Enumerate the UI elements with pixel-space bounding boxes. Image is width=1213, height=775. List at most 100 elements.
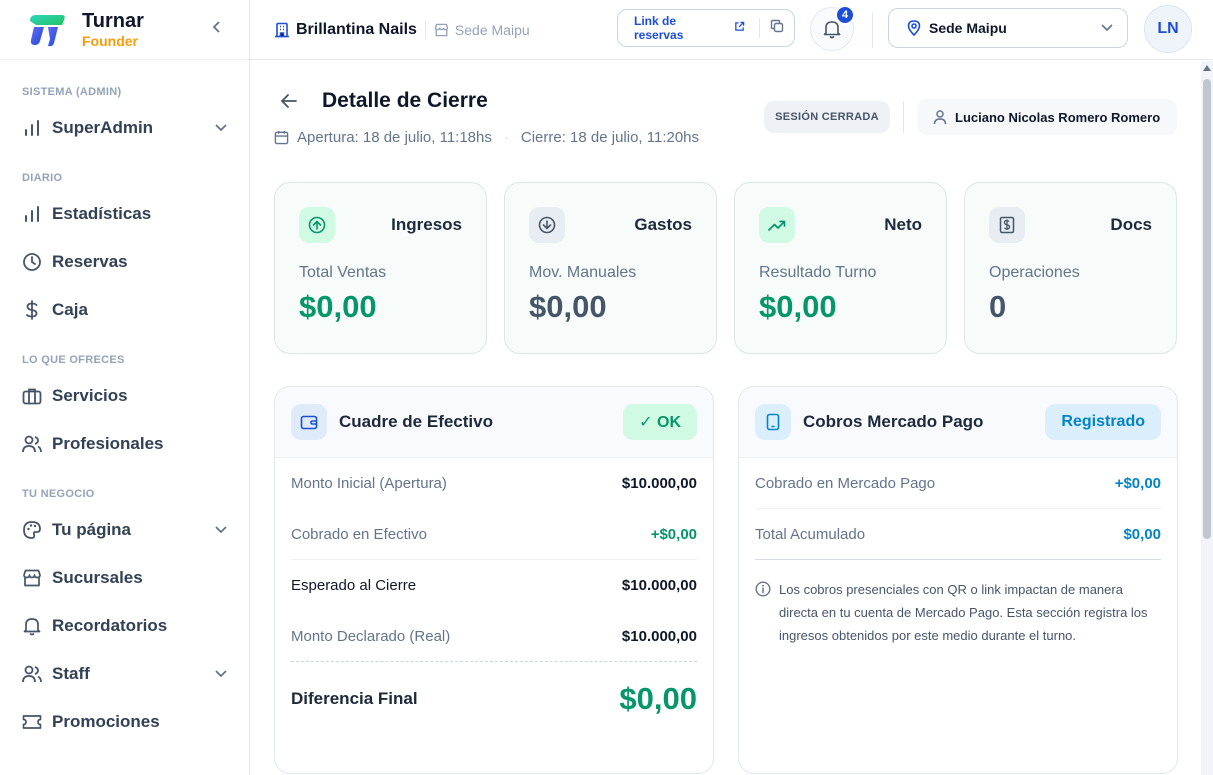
stat-name: Ingresos: [391, 215, 462, 234]
sidebar-item-label: Profesionales: [52, 434, 164, 453]
sidebar-item-label: Tu página: [52, 520, 132, 539]
closing-time: Cierre: 18 de julio, 11:20hs: [520, 129, 700, 146]
sidebar-item-recordatorios[interactable]: Recordatorios: [0, 608, 249, 644]
stat-value: 0: [989, 289, 1007, 324]
chevron-down-icon: [215, 665, 227, 683]
stat-name: Gastos: [634, 215, 692, 234]
bell-icon: [22, 616, 42, 636]
scroll-up-arrow-icon[interactable]: [1203, 65, 1211, 71]
sidebar-item-label: Reservas: [52, 252, 128, 271]
stat-value: $0,00: [529, 289, 607, 324]
sidebar-item-promociones[interactable]: Promociones: [0, 704, 249, 740]
booking-link-box[interactable]: Link de reservas: [617, 9, 795, 47]
sidebar-item-caja[interactable]: Caja: [0, 292, 249, 328]
table-row: Esperado al Cierre $10.000,00: [291, 560, 697, 611]
current-branch-text: Sede Maipu: [454, 21, 530, 38]
sidebar-item-tu-pagina[interactable]: Tu página: [0, 512, 249, 548]
session-times: Apertura: 18 de julio, 11:18hs · Cierre:…: [274, 129, 699, 146]
user-pill: Luciano Nicolas Romero Romero: [917, 99, 1177, 135]
nav-section-title: TU NEGOCIO: [22, 488, 95, 500]
mp-rows: Cobrado en Mercado Pago +$0,00 Total Acu…: [739, 458, 1177, 560]
briefcase-icon: [22, 386, 42, 406]
sidebar: Turnar Founder SISTEMA (ADMIN) SuperAdmi…: [0, 0, 250, 775]
user-icon: [933, 109, 947, 125]
notifications-button[interactable]: 4: [810, 5, 855, 51]
final-difference-label: Diferencia Final: [291, 689, 418, 708]
row-value: $10.000,00: [621, 577, 697, 594]
mercado-pago-panel: Cobros Mercado Pago Registrado Cobrado e…: [738, 386, 1178, 774]
divider: [872, 12, 873, 48]
bar-chart-icon: [22, 118, 42, 138]
topbar: Brillantina Nails Sede Maipu Link de res…: [250, 0, 1213, 60]
brand-role: Founder: [82, 33, 138, 49]
row-value: $10.000,00: [621, 475, 697, 492]
users-icon: [22, 664, 42, 684]
divider: [903, 101, 904, 133]
brand-name: Turnar: [82, 10, 144, 32]
info-icon: [755, 581, 771, 647]
arrow-down-circle-icon: [529, 207, 565, 243]
stat-value: $0,00: [759, 289, 837, 324]
scrollbar-thumb[interactable]: [1203, 79, 1211, 539]
main-content: Detalle de Cierre Apertura: 18 de julio,…: [250, 61, 1201, 775]
sidebar-item-estadisticas[interactable]: Estadísticas: [0, 196, 249, 232]
sidebar-item-reservas[interactable]: Reservas: [0, 244, 249, 280]
sidebar-item-profesionales[interactable]: Profesionales: [0, 426, 249, 462]
ok-status-badge: ✓ OK: [623, 404, 697, 440]
divider: [759, 18, 760, 38]
final-difference: Diferencia Final $0,00: [291, 662, 697, 736]
branch-select-value: Sede Maipu: [929, 20, 1007, 36]
ticket-icon: [22, 712, 42, 732]
external-link-icon[interactable]: [734, 19, 745, 37]
sidebar-item-servicios[interactable]: Servicios: [0, 378, 249, 414]
map-pin-icon: [907, 20, 921, 36]
table-row: Cobrado en Mercado Pago +$0,00: [755, 458, 1161, 509]
nav-section-title: LO QUE OFRECES: [22, 354, 125, 366]
nav-section-title: SISTEMA (ADMIN): [22, 86, 122, 98]
arrow-left-icon: [280, 94, 297, 108]
back-button[interactable]: [280, 93, 298, 114]
stat-label: Resultado Turno: [759, 264, 877, 281]
building-icon: [275, 22, 289, 37]
store-icon: [22, 568, 42, 588]
trending-up-icon: [759, 207, 795, 243]
stat-card-gastos: Gastos Mov. Manuales $0,00: [504, 182, 717, 354]
avatar[interactable]: LN: [1144, 5, 1192, 53]
dollar-icon: [22, 300, 42, 320]
user-name: Luciano Nicolas Romero Romero: [955, 109, 1161, 125]
collapse-sidebar-button[interactable]: [207, 20, 227, 39]
info-note-text: Los cobros presenciales con QR o link im…: [779, 582, 1148, 643]
sidebar-item-label: Staff: [52, 664, 90, 683]
sidebar-item-label: Recordatorios: [52, 616, 168, 635]
branch-select[interactable]: Sede Maipu: [888, 8, 1128, 48]
business-name-text: Brillantina Nails: [296, 20, 417, 38]
table-row: Total Acumulado $0,00: [755, 509, 1161, 560]
cash-rows: Monto Inicial (Apertura) $10.000,00 Cobr…: [275, 458, 713, 736]
row-value: +$0,00: [650, 525, 697, 543]
wallet-icon: [291, 404, 327, 440]
sidebar-item-label: Servicios: [52, 386, 128, 405]
row-label: Cobrado en Mercado Pago: [755, 474, 936, 492]
opening-time: Apertura: 18 de julio, 11:18hs: [297, 129, 492, 146]
chevron-down-icon: [1101, 24, 1113, 32]
palette-icon: [22, 520, 42, 540]
nav-section-title: DIARIO: [22, 172, 63, 184]
table-row: Monto Declarado (Real) $10.000,00: [291, 611, 697, 662]
row-label: Cobrado en Efectivo: [291, 525, 427, 543]
scrollbar[interactable]: [1201, 61, 1213, 775]
panel-title: Cuadre de Efectivo: [339, 412, 493, 431]
current-branch: Sede Maipu: [434, 22, 530, 38]
copy-icon[interactable]: [770, 19, 784, 38]
registered-status-badge: Registrado: [1045, 404, 1161, 440]
booking-link-text[interactable]: Link de reservas: [634, 14, 728, 42]
sidebar-item-superadmin[interactable]: SuperAdmin: [0, 110, 249, 146]
arrow-up-circle-icon: [299, 207, 335, 243]
notification-count-badge: 4: [835, 5, 855, 25]
sidebar-item-staff[interactable]: Staff: [0, 656, 249, 692]
users-icon: [22, 434, 42, 454]
store-icon: [434, 23, 449, 36]
turnar-logo-icon: [30, 14, 65, 46]
sidebar-item-sucursales[interactable]: Sucursales: [0, 560, 249, 596]
stat-value: $0,00: [299, 289, 377, 324]
row-value: +$0,00: [1114, 474, 1161, 492]
